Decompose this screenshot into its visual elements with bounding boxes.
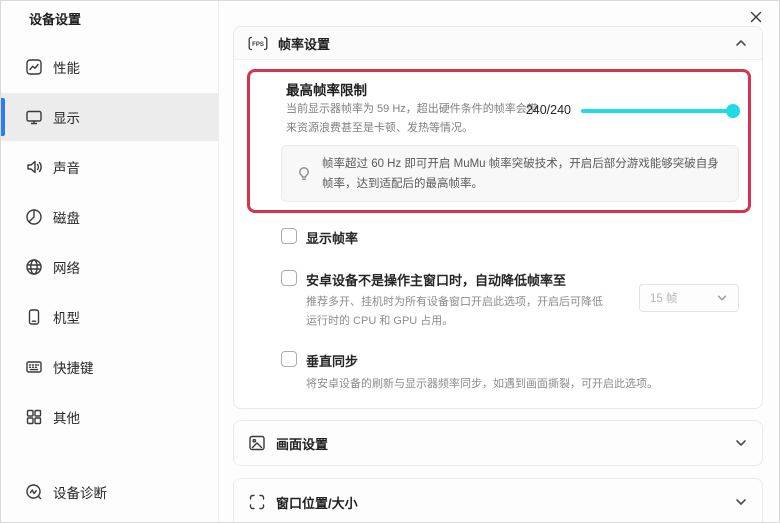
sidebar-item-diagnostics[interactable]: 设备诊断 [1,468,218,516]
option-vsync: 垂直同步 [281,351,358,370]
slider-fill [581,109,739,113]
window-position-card: 窗口位置/大小 [233,478,763,523]
slider-thumb[interactable] [726,104,740,118]
reduce-fps-dropdown-value: 15 帧 [650,290,716,306]
vsync-description: 将安卓设备的刷新与显示器频率同步，如遇到画面撕裂，可开启此选项。 [306,375,726,394]
fps-settings-header[interactable]: FPS 帧率设置 [234,27,762,60]
sound-icon [25,158,43,176]
fps-icon: FPS [248,36,268,51]
network-icon [25,258,43,276]
sidebar-item-network[interactable]: 网络 [1,243,218,291]
picture-icon [248,434,266,452]
window-position-title: 窗口位置/大小 [276,493,724,512]
lightbulb-icon [296,166,312,182]
option-show-fps: 显示帧率 [281,228,358,247]
close-button[interactable] [745,6,767,28]
chevron-down-icon [716,292,728,304]
chevron-down-icon[interactable] [734,495,748,509]
picture-settings-header[interactable]: 画面设置 [234,421,762,465]
sidebar-item-disk[interactable]: 磁盘 [1,193,218,241]
auto-reduce-fps-checkbox[interactable] [281,270,297,286]
slider-track[interactable] [581,109,739,113]
chevron-down-icon[interactable] [734,436,748,450]
show-fps-checkbox[interactable] [281,228,297,244]
grid-icon [25,408,43,426]
sidebar-divider [218,1,219,522]
show-fps-label: 显示帧率 [306,228,358,247]
vsync-checkbox[interactable] [281,351,297,367]
sidebar-footer: 设备诊断 [1,468,218,518]
sidebar: 性能 显示 声音 磁盘 网络 机型 快捷键 其他 [1,43,218,443]
sidebar-item-performance[interactable]: 性能 [1,43,218,91]
device-settings-window: 设备设置 性能 显示 声音 磁盘 网络 机型 快捷 [0,0,780,523]
sidebar-item-other[interactable]: 其他 [1,393,218,441]
window-title: 设备设置 [29,9,81,28]
fps-section-title: 帧率设置 [278,34,724,53]
vsync-label: 垂直同步 [306,351,358,370]
close-icon [748,9,764,25]
max-fps-slider[interactable] [581,103,739,119]
svg-text:FPS: FPS [252,42,264,48]
keyboard-icon [25,358,43,376]
chevron-up-icon[interactable] [734,36,748,50]
performance-icon [25,58,43,76]
display-icon [25,108,43,126]
sidebar-item-display[interactable]: 显示 [1,93,218,141]
diagnostics-icon [25,483,43,501]
window-position-header[interactable]: 窗口位置/大小 [234,479,762,523]
reduce-fps-dropdown[interactable]: 15 帧 [639,284,739,312]
sidebar-item-shortcuts[interactable]: 快捷键 [1,343,218,391]
sidebar-item-sound[interactable]: 声音 [1,143,218,191]
max-fps-title: 最高帧率限制 [286,79,367,99]
sidebar-item-device-model[interactable]: 机型 [1,293,218,341]
auto-reduce-fps-description: 推荐多开、挂机时为所有设备窗口开启此选项，开启后可降低运行时的 CPU 和 GP… [306,293,606,331]
picture-section-title: 画面设置 [276,434,724,453]
window-resize-icon [248,493,266,511]
auto-reduce-fps-label: 安卓设备不是操作主窗口时，自动降低帧率至 [306,270,566,289]
phone-icon [25,308,43,326]
fps-tip-box: 帧率超过 60 Hz 即可开启 MuMu 帧率突破技术，开启后部分游戏能够突破自… [281,145,739,202]
picture-settings-card: 画面设置 [233,420,763,466]
fps-tip-text: 帧率超过 60 Hz 即可开启 MuMu 帧率突破技术，开启后部分游戏能够突破自… [322,154,724,194]
disk-icon [25,208,43,226]
option-auto-reduce-fps: 安卓设备不是操作主窗口时，自动降低帧率至 [281,270,566,289]
max-fps-value: 240/240 [471,103,571,117]
